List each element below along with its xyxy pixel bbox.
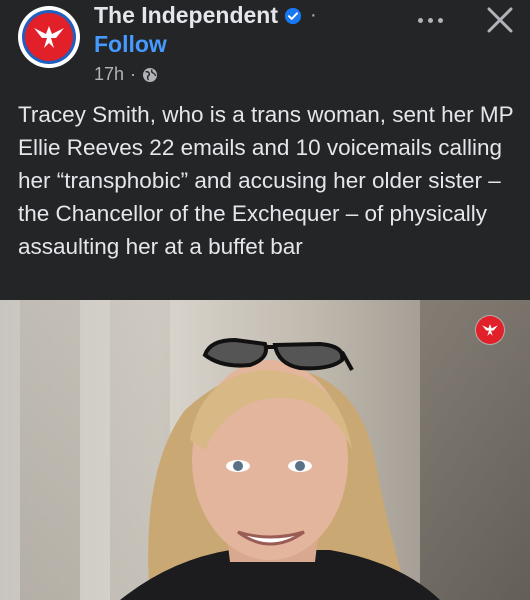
more-dot [427,17,433,23]
post-time[interactable]: 17h [94,64,124,85]
page-name-row: The Independent · [94,2,317,29]
more-dot [417,17,423,23]
globe-icon [143,67,158,82]
close-icon [487,7,513,33]
post-header: The Independent · Follow 17h · [0,0,530,92]
post-meta: 17h · [94,64,158,85]
portrait-illustration [120,337,440,600]
page-name[interactable]: The Independent [94,2,278,29]
eagle-logo-icon [25,13,73,61]
photo-watermark-logo [476,316,504,344]
post-caption: Tracey Smith, who is a trans woman, sent… [18,102,514,259]
name-separator: · [310,4,317,26]
avatar-ring [22,10,76,64]
eagle-icon [482,324,498,336]
post-photo[interactable] [0,300,530,600]
verified-badge-icon [284,7,302,24]
more-options-button[interactable] [412,8,448,32]
more-dot [437,17,443,23]
meta-separator: · [130,64,137,84]
page-avatar[interactable] [18,6,80,68]
follow-button[interactable]: Follow [94,31,167,58]
close-button[interactable] [480,0,520,40]
